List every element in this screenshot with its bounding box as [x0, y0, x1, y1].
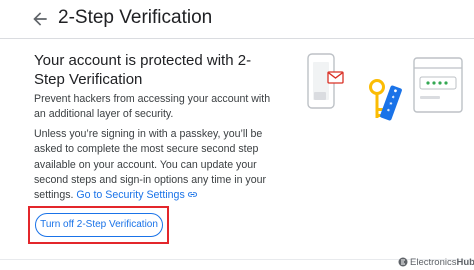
- description-paragraph: Prevent hackers from accessing your acco…: [34, 93, 271, 121]
- security-settings-link[interactable]: Go to Security Settings: [76, 189, 197, 201]
- phone-key-password-illustration: * * *: [307, 53, 463, 121]
- page-title: 2-Step Verification: [58, 7, 213, 28]
- card-heading: Your account is protected with 2-Step Ve…: [34, 52, 252, 88]
- arrow-back-icon[interactable]: [30, 9, 50, 29]
- turn-off-2sv-button[interactable]: Turn off 2-Step Verification: [35, 213, 163, 237]
- watermark-text-bold: Hub: [456, 256, 474, 268]
- electronicshub-logo-icon: [398, 257, 408, 267]
- watermark: Electronics Hub: [398, 256, 474, 268]
- watermark-text-light: Electronics: [410, 256, 457, 268]
- header: 2-Step Verification: [0, 0, 474, 40]
- link-icon: [187, 192, 197, 197]
- details-paragraph: Unless you’re signing in with a passkey,…: [34, 127, 282, 203]
- header-divider: [0, 38, 474, 39]
- security-settings-link-label[interactable]: Go to Security Settings: [76, 189, 184, 201]
